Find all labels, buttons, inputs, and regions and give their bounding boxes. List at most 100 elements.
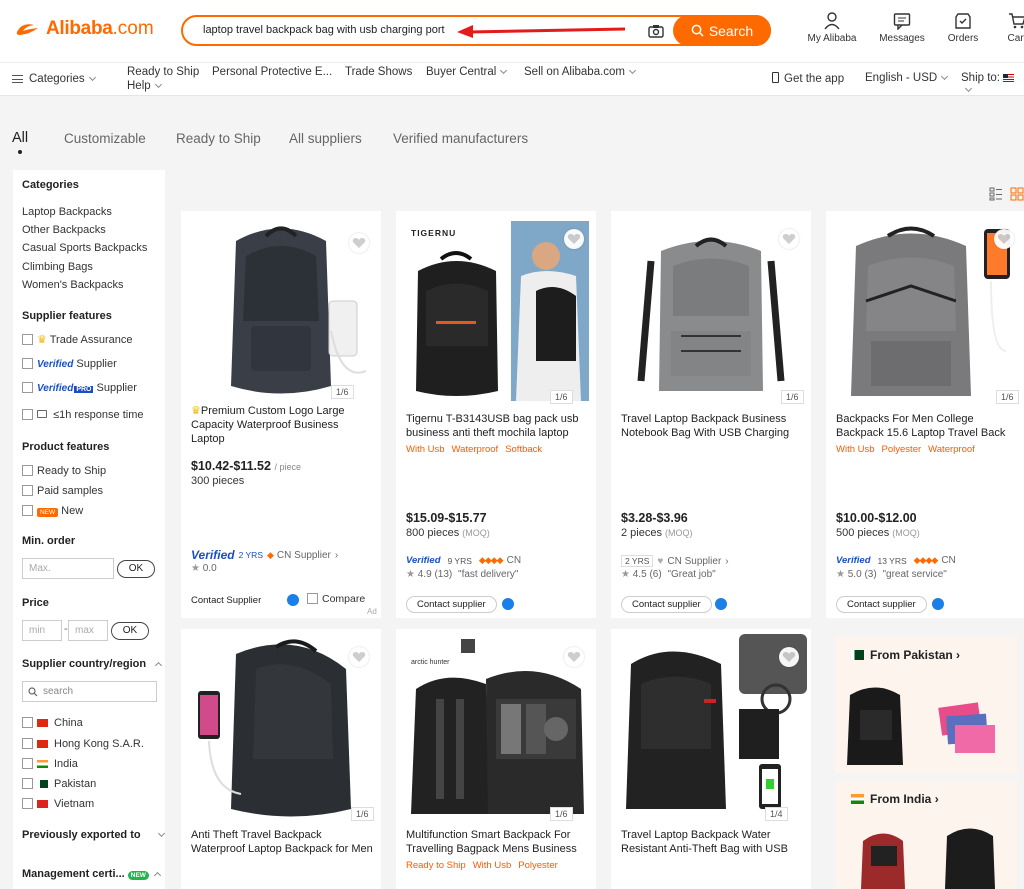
- product-title[interactable]: Travel Laptop Backpack Business Notebook…: [621, 412, 805, 440]
- filter-country-hong-kong[interactable]: Hong Kong S.A.R.: [22, 738, 144, 750]
- product-card[interactable]: 1/6 ♛Premium Custom Logo Large Capacity …: [181, 211, 381, 618]
- from-pakistan-title[interactable]: From Pakistan ›: [851, 648, 960, 662]
- checkbox[interactable]: [22, 758, 33, 769]
- category-link[interactable]: Climbing Bags: [22, 261, 93, 273]
- chevron-up-icon[interactable]: [155, 661, 163, 670]
- favorite-heart-icon[interactable]: [349, 233, 369, 253]
- checkbox[interactable]: [22, 382, 33, 393]
- product-card[interactable]: arctic hunter 1/6 Multifunction Smart Ba…: [396, 629, 596, 889]
- checkbox[interactable]: [22, 465, 33, 476]
- max-order-input[interactable]: Max.: [22, 558, 114, 579]
- nav-buyer-central[interactable]: Buyer Central: [426, 66, 508, 78]
- previously-exported-title[interactable]: Previously exported to: [22, 829, 165, 841]
- tab-ready-to-ship[interactable]: Ready to Ship: [176, 131, 261, 146]
- checkbox[interactable]: [22, 505, 33, 516]
- favorite-heart-icon[interactable]: [994, 229, 1014, 249]
- category-link[interactable]: Women's Backpacks: [22, 279, 124, 291]
- from-pakistan-card[interactable]: From Pakistan ›: [835, 637, 1017, 773]
- supplier-info[interactable]: Verified 13 YRS ◆◆◆◆ CN: [836, 555, 956, 566]
- product-card[interactable]: 1/4 Travel Laptop Backpack Water Resista…: [611, 629, 811, 889]
- filter-verified-supplier[interactable]: Verified Supplier: [22, 358, 117, 370]
- filter-verified-pro-supplier[interactable]: Verified PRO Supplier: [22, 382, 137, 394]
- product-card[interactable]: 1/6 Travel Laptop Backpack Business Note…: [611, 211, 811, 618]
- checkbox[interactable]: [307, 593, 318, 604]
- filter-response-time[interactable]: ≤1h response time: [22, 409, 143, 421]
- product-image[interactable]: TIGERNU 1/6: [396, 211, 596, 406]
- search-button[interactable]: Search: [673, 15, 771, 46]
- contact-supplier-button[interactable]: Contact Supplier: [191, 593, 262, 608]
- category-link[interactable]: Casual Sports Backpacks: [22, 242, 147, 254]
- checkbox[interactable]: [22, 409, 33, 420]
- product-card[interactable]: 1/6 Backpacks For Men College Backpack 1…: [826, 211, 1024, 618]
- from-india-title[interactable]: From India ›: [851, 792, 939, 806]
- category-link[interactable]: Other Backpacks: [22, 224, 106, 236]
- filter-country-china[interactable]: China: [22, 717, 83, 729]
- checkbox[interactable]: [22, 485, 33, 496]
- contact-supplier-button[interactable]: Contact supplier: [406, 596, 497, 613]
- messages-button[interactable]: Messages: [875, 12, 929, 44]
- product-image[interactable]: 1/6: [611, 211, 811, 406]
- chat-icon[interactable]: [932, 598, 944, 610]
- favorite-heart-icon[interactable]: [779, 229, 799, 249]
- tab-all-suppliers[interactable]: All suppliers: [289, 131, 362, 146]
- ship-to-selector[interactable]: Ship to:: [961, 72, 1024, 96]
- filter-trade-assurance[interactable]: ♛ Trade Assurance: [22, 333, 132, 346]
- filter-country-india[interactable]: India: [22, 758, 78, 770]
- filter-ready-to-ship[interactable]: Ready to Ship: [22, 465, 106, 477]
- language-selector[interactable]: English - USD: [865, 72, 949, 84]
- supplier-info[interactable]: Verified 9 YRS ◆◆◆◆ CN: [406, 555, 521, 566]
- orders-button[interactable]: Orders: [938, 12, 988, 44]
- product-image[interactable]: 1/4: [611, 629, 811, 824]
- product-image[interactable]: arctic hunter 1/6: [396, 629, 596, 824]
- checkbox[interactable]: [22, 717, 33, 728]
- product-title[interactable]: Anti Theft Travel Backpack Waterproof La…: [191, 828, 375, 856]
- filter-new[interactable]: NEW New: [22, 505, 83, 517]
- supplier-info[interactable]: 2 YRS ♥ CN Supplier ›: [621, 555, 729, 567]
- nav-trade-shows[interactable]: Trade Shows: [345, 66, 412, 78]
- search-input[interactable]: laptop travel backpack bag with usb char…: [203, 24, 445, 36]
- product-title[interactable]: Travel Laptop Backpack Water Resistant A…: [621, 828, 805, 856]
- product-title[interactable]: ♛Premium Custom Logo Large Capacity Wate…: [191, 404, 375, 446]
- cart-button[interactable]: Cart: [1000, 12, 1024, 44]
- favorite-heart-icon[interactable]: [349, 647, 369, 667]
- product-card[interactable]: 1/6 Anti Theft Travel Backpack Waterproo…: [181, 629, 381, 889]
- favorite-heart-icon[interactable]: [564, 229, 584, 249]
- compare-checkbox[interactable]: Compare: [307, 593, 365, 605]
- nav-sell[interactable]: Sell on Alibaba.com: [524, 66, 637, 78]
- product-image[interactable]: 1/6: [181, 629, 381, 824]
- product-title[interactable]: Backpacks For Men College Backpack 15.6 …: [836, 412, 1020, 440]
- checkbox[interactable]: [22, 334, 33, 345]
- favorite-heart-icon[interactable]: [779, 647, 799, 667]
- tab-customizable[interactable]: Customizable: [64, 131, 146, 146]
- country-search-input[interactable]: search: [22, 681, 157, 702]
- contact-supplier-button[interactable]: Contact supplier: [621, 596, 712, 613]
- contact-supplier-button[interactable]: Contact supplier: [836, 596, 927, 613]
- my-alibaba-button[interactable]: My Alibaba: [805, 12, 859, 44]
- supplier-info[interactable]: Verified 2 YRS ◆ CN Supplier ›: [191, 548, 338, 562]
- nav-ppe[interactable]: Personal Protective E...: [212, 66, 332, 78]
- filter-country-pakistan[interactable]: Pakistan: [22, 778, 96, 790]
- nav-ready-to-ship[interactable]: Ready to Ship: [127, 66, 199, 78]
- checkbox[interactable]: [22, 358, 33, 369]
- nav-help[interactable]: Help: [127, 80, 162, 92]
- chat-icon[interactable]: [287, 594, 299, 606]
- management-cert-title[interactable]: Management certi... NEW: [22, 868, 161, 880]
- price-max-input[interactable]: max: [68, 620, 108, 641]
- category-link[interactable]: Laptop Backpacks: [22, 206, 112, 218]
- product-image[interactable]: 1/6: [181, 211, 381, 406]
- favorite-heart-icon[interactable]: [564, 647, 584, 667]
- from-india-card[interactable]: From India ›: [835, 781, 1017, 889]
- tab-verified-manufacturers[interactable]: Verified manufacturers: [393, 131, 528, 146]
- chat-icon[interactable]: [502, 598, 514, 610]
- camera-icon[interactable]: [648, 23, 664, 39]
- alibaba-logo[interactable]: Alibaba .com: [14, 18, 154, 40]
- chat-icon[interactable]: [715, 598, 727, 610]
- price-ok-button[interactable]: OK: [111, 622, 149, 640]
- product-title[interactable]: Tigernu T-B3143USB bag pack usb business…: [406, 412, 590, 440]
- checkbox[interactable]: [22, 778, 33, 789]
- product-card[interactable]: TIGERNU 1/6 Tigernu T-B3143USB bag pack …: [396, 211, 596, 618]
- tab-all[interactable]: All: [12, 130, 28, 146]
- price-min-input[interactable]: min: [22, 620, 62, 641]
- filter-country-vietnam[interactable]: Vietnam: [22, 798, 94, 810]
- checkbox[interactable]: [22, 798, 33, 809]
